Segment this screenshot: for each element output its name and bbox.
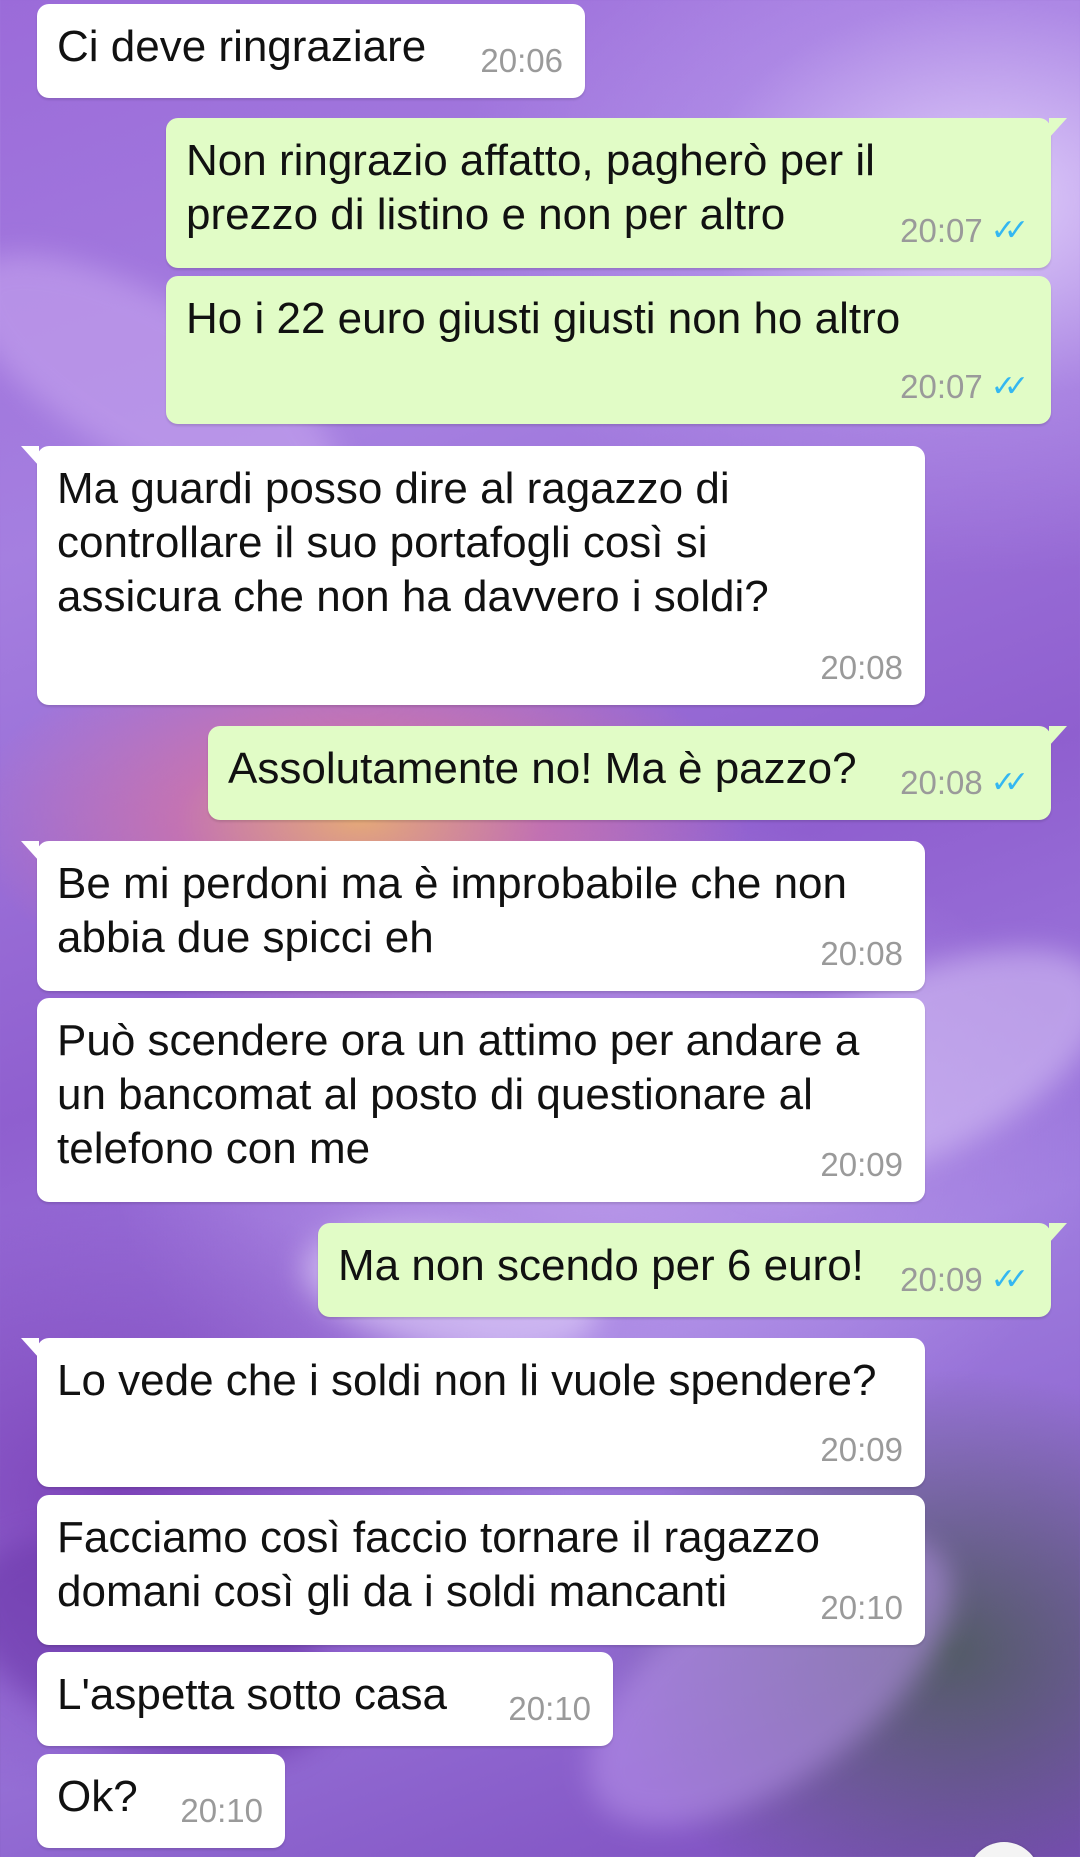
message-meta: 20:07 ✓✓ — [900, 204, 1029, 258]
message-time: 20:09 — [820, 1431, 903, 1468]
double-chevron-down-icon: ⌄⌄ — [990, 1843, 1015, 1857]
message-text: Facciamo così faccio tornare il ragazzo … — [57, 1513, 820, 1616]
message-time: 20:10 — [180, 1792, 263, 1829]
message-incoming[interactable]: Be mi perdoni ma è improbabile che non a… — [21, 841, 925, 991]
message-outgoing[interactable]: Assolutamente no! Ma è pazzo? 20:08 ✓✓ — [208, 726, 1067, 820]
message-text: Be mi perdoni ma è improbabile che non a… — [57, 859, 848, 962]
message-incoming[interactable]: Può scendere ora un attimo per andare a … — [37, 998, 925, 1202]
message-outgoing[interactable]: Ho i 22 euro giusti giusti non ho altro … — [166, 276, 1051, 424]
message-text: Lo vede che i soldi non li vuole spender… — [57, 1356, 877, 1405]
message-time: 20:08 — [820, 935, 903, 972]
message-time: 20:08 — [820, 649, 903, 686]
message-incoming[interactable]: Ok? 20:10 — [37, 1754, 285, 1848]
message-meta: 20:09 — [820, 1423, 903, 1477]
message-incoming[interactable]: Lo vede che i soldi non li vuole spender… — [21, 1338, 925, 1487]
message-text: Ma guardi posso dire al ragazzo di contr… — [57, 464, 769, 621]
message-meta: 20:06 — [480, 34, 563, 88]
message-meta: 20:07 ✓✓ — [900, 360, 1029, 414]
message-meta: 20:08 — [820, 641, 903, 695]
message-incoming[interactable]: Ci deve ringraziare 20:06 — [37, 4, 585, 98]
message-meta: 20:08 — [820, 927, 903, 981]
message-incoming[interactable]: Ma guardi posso dire al ragazzo di contr… — [21, 446, 925, 705]
message-time: 20:09 — [820, 1146, 903, 1183]
message-time: 20:09 — [900, 1261, 983, 1298]
read-ticks-icon: ✓✓ — [990, 213, 1029, 248]
message-meta: 20:10 — [508, 1682, 591, 1736]
message-meta: 20:10 — [180, 1784, 263, 1838]
message-time: 20:10 — [508, 1690, 591, 1727]
message-time: 20:07 — [900, 368, 983, 405]
message-time: 20:07 — [900, 212, 983, 249]
scroll-to-bottom-button[interactable]: ⌄⌄ — [968, 1842, 1040, 1857]
message-meta: 20:09 ✓✓ — [900, 1253, 1029, 1307]
message-time: 20:10 — [820, 1589, 903, 1626]
message-text: Ho i 22 euro giusti giusti non ho altro — [186, 294, 901, 343]
message-meta: 20:09 — [820, 1138, 903, 1192]
message-incoming[interactable]: L'aspetta sotto casa 20:10 — [37, 1652, 613, 1746]
read-ticks-icon: ✓✓ — [990, 369, 1029, 404]
message-text: Può scendere ora un attimo per andare a … — [57, 1016, 860, 1173]
message-outgoing[interactable]: Ma non scendo per 6 euro! 20:09 ✓✓ — [318, 1223, 1067, 1317]
read-ticks-icon: ✓✓ — [990, 1262, 1029, 1297]
read-ticks-icon: ✓✓ — [990, 765, 1029, 800]
message-outgoing[interactable]: Non ringrazio affatto, pagherò per il pr… — [166, 118, 1067, 268]
message-meta: 20:08 ✓✓ — [900, 756, 1029, 810]
message-time: 20:06 — [480, 42, 563, 79]
message-time: 20:08 — [900, 764, 983, 801]
message-incoming[interactable]: Facciamo così faccio tornare il ragazzo … — [37, 1495, 925, 1645]
message-meta: 20:10 — [820, 1581, 903, 1635]
